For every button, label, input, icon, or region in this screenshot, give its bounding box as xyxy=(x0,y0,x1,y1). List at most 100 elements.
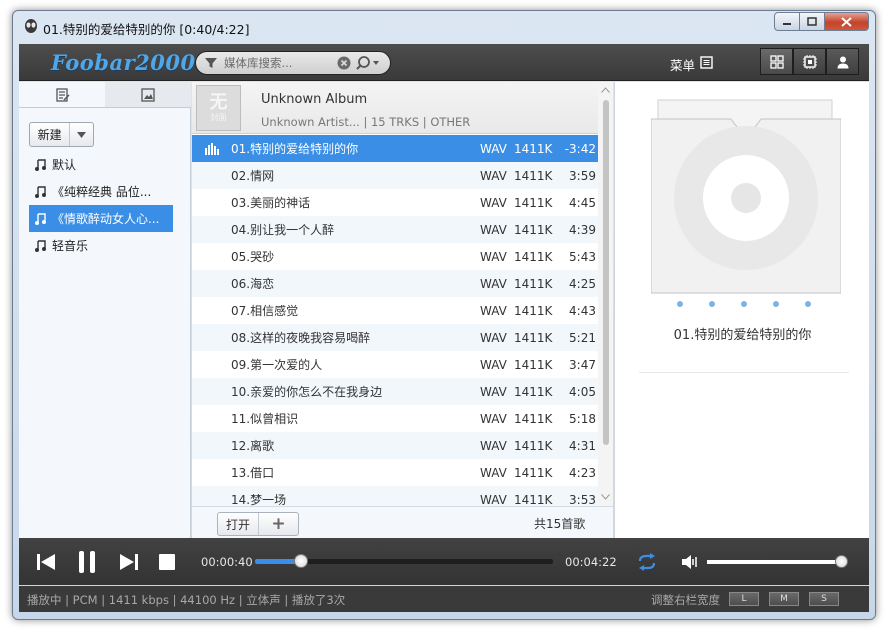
width-medium-button[interactable]: M xyxy=(769,592,799,606)
filter-icon[interactable] xyxy=(204,56,218,70)
seek-bar[interactable] xyxy=(255,554,553,568)
volume-icon[interactable] xyxy=(681,554,699,570)
carousel-dot[interactable] xyxy=(741,301,747,307)
track-bitrate: 1411K xyxy=(514,438,553,453)
music-note-icon xyxy=(35,185,46,198)
library-search-box xyxy=(195,51,391,75)
minimize-button[interactable] xyxy=(774,12,800,31)
track-format: WAV xyxy=(480,357,507,372)
menu-icon[interactable] xyxy=(700,56,713,69)
track-row[interactable]: 08.这样的夜晚我容易喝醉 WAV 1411K 5:21 xyxy=(192,324,598,351)
track-format: WAV xyxy=(480,195,507,210)
maximize-icon xyxy=(807,17,817,26)
track-duration: 5:43 xyxy=(569,249,596,264)
grid-view-button[interactable] xyxy=(760,48,793,75)
chip-view-button[interactable] xyxy=(793,48,826,75)
album-header[interactable]: 无 封面 Unknown Album Unknown Artist... | 1… xyxy=(192,82,598,134)
previous-track-icon[interactable] xyxy=(36,552,56,572)
maximize-button[interactable] xyxy=(800,12,825,31)
playlist-item[interactable]: 《纯粹经典 品位... xyxy=(29,178,173,205)
tab-album-art[interactable] xyxy=(105,82,191,107)
volume-level xyxy=(707,560,841,564)
track-row[interactable]: 11.似曾相识 WAV 1411K 5:18 xyxy=(192,405,598,432)
track-name: 14.梦一场 xyxy=(231,493,287,506)
open-button[interactable]: 打开 xyxy=(218,513,259,535)
track-row[interactable]: 06.海恋 WAV 1411K 4:25 xyxy=(192,270,598,297)
add-button[interactable]: + xyxy=(259,513,298,535)
layout-switcher xyxy=(760,48,859,75)
track-name: 04.别让我一个人醉 xyxy=(231,223,335,237)
scroll-up-icon[interactable] xyxy=(601,87,610,93)
playlist-item[interactable]: 默认 xyxy=(29,151,173,178)
search-icon[interactable] xyxy=(355,55,383,71)
next-track-icon[interactable] xyxy=(119,552,139,572)
width-large-button[interactable]: L xyxy=(729,592,759,606)
track-row[interactable]: 07.相信感觉 WAV 1411K 4:43 xyxy=(192,297,598,324)
width-small-button[interactable]: S xyxy=(809,592,839,606)
repeat-icon[interactable] xyxy=(637,553,657,571)
track-bitrate: 1411K xyxy=(514,411,553,426)
album-title: Unknown Album xyxy=(261,92,368,107)
seek-handle[interactable] xyxy=(293,554,308,568)
new-playlist-label: 新建 xyxy=(37,128,62,142)
elapsed-time: 00:00:40 xyxy=(201,555,253,569)
user-view-button[interactable] xyxy=(826,48,859,75)
track-row[interactable]: 09.第一次爱的人 WAV 1411K 3:47 xyxy=(192,351,598,378)
track-row[interactable]: 13.借口 WAV 1411K 4:23 xyxy=(192,459,598,486)
track-total: 共15首歌 xyxy=(534,517,586,531)
scroll-down-icon[interactable] xyxy=(601,494,610,500)
track-format: WAV xyxy=(480,249,507,264)
track-row[interactable]: 02.情网 WAV 1411K 3:59 xyxy=(192,162,598,189)
chevron-down-icon xyxy=(77,131,87,138)
track-duration: 4:45 xyxy=(569,195,596,210)
track-row[interactable]: 10.亲爱的你怎么不在我身边 WAV 1411K 4:05 xyxy=(192,378,598,405)
volume-handle[interactable] xyxy=(835,555,848,568)
track-row[interactable]: 12.离歌 WAV 1411K 4:31 xyxy=(192,432,598,459)
track-row[interactable]: 14.梦一场 WAV 1411K 3:53 xyxy=(192,486,598,506)
clear-icon[interactable] xyxy=(337,56,351,70)
playlist-item-selected[interactable]: 《情歌醉动女人心... xyxy=(29,205,173,232)
track-format: WAV xyxy=(480,384,507,399)
new-playlist-button[interactable]: 新建 xyxy=(29,122,94,147)
window-controls xyxy=(774,12,869,31)
track-format: WAV xyxy=(480,168,507,183)
new-playlist-dropdown[interactable] xyxy=(69,123,93,146)
track-format: WAV xyxy=(480,141,507,156)
playlist-item[interactable]: 轻音乐 xyxy=(29,232,173,259)
track-name: 07.相信感觉 xyxy=(231,304,299,318)
pause-icon[interactable] xyxy=(77,550,97,574)
track-indicator xyxy=(192,486,231,506)
track-name: 08.这样的夜晚我容易喝醉 xyxy=(231,331,371,345)
volume-slider[interactable] xyxy=(707,555,848,568)
close-icon xyxy=(841,16,852,27)
title-bar[interactable]: 01.特别的爱给特别的你 [0:40/4:22] xyxy=(13,11,875,43)
alien-app-icon xyxy=(25,19,37,33)
scrollbar-thumb[interactable] xyxy=(603,100,609,445)
library-search-input[interactable] xyxy=(224,55,334,71)
track-bitrate: 1411K xyxy=(514,330,553,345)
track-indicator xyxy=(192,459,231,486)
track-format: WAV xyxy=(480,222,507,237)
track-duration: 4:25 xyxy=(569,276,596,291)
playlist-label: 轻音乐 xyxy=(52,239,89,253)
track-row[interactable]: 03.美丽的神话 WAV 1411K 4:45 xyxy=(192,189,598,216)
carousel-dot[interactable] xyxy=(805,301,811,307)
stop-icon[interactable] xyxy=(159,554,175,570)
now-playing-panel: 01.特别的爱给特别的你 xyxy=(614,82,869,538)
tab-playlists[interactable] xyxy=(19,82,105,107)
track-row[interactable]: 05.哭砂 WAV 1411K 5:43 xyxy=(192,243,598,270)
carousel-dot[interactable] xyxy=(773,301,779,307)
track-bitrate: 1411K xyxy=(514,195,553,210)
close-button[interactable] xyxy=(825,12,869,31)
playlist-sidebar: 新建 默认 《纯粹经典 品位... 《情歌醉动女人心... 轻音乐 xyxy=(19,82,191,538)
track-list: 01.特别的爱给特别的你 WAV 1411K -3:42 02.情网 WAV 1411K 3:… xyxy=(192,135,598,506)
carousel-dot[interactable] xyxy=(677,301,683,307)
track-row-playing[interactable]: 01.特别的爱给特别的你 WAV 1411K -3:42 xyxy=(192,135,598,162)
track-row[interactable]: 04.别让我一个人醉 WAV 1411K 4:39 xyxy=(192,216,598,243)
track-name: 02.情网 xyxy=(231,169,275,183)
track-indicator xyxy=(192,162,231,189)
playlist-label: 《纯粹经典 品位... xyxy=(52,185,152,199)
track-list-scrollbar[interactable] xyxy=(598,82,613,506)
carousel-dot[interactable] xyxy=(709,301,715,307)
main-menu-label[interactable]: 菜单 xyxy=(670,55,695,74)
